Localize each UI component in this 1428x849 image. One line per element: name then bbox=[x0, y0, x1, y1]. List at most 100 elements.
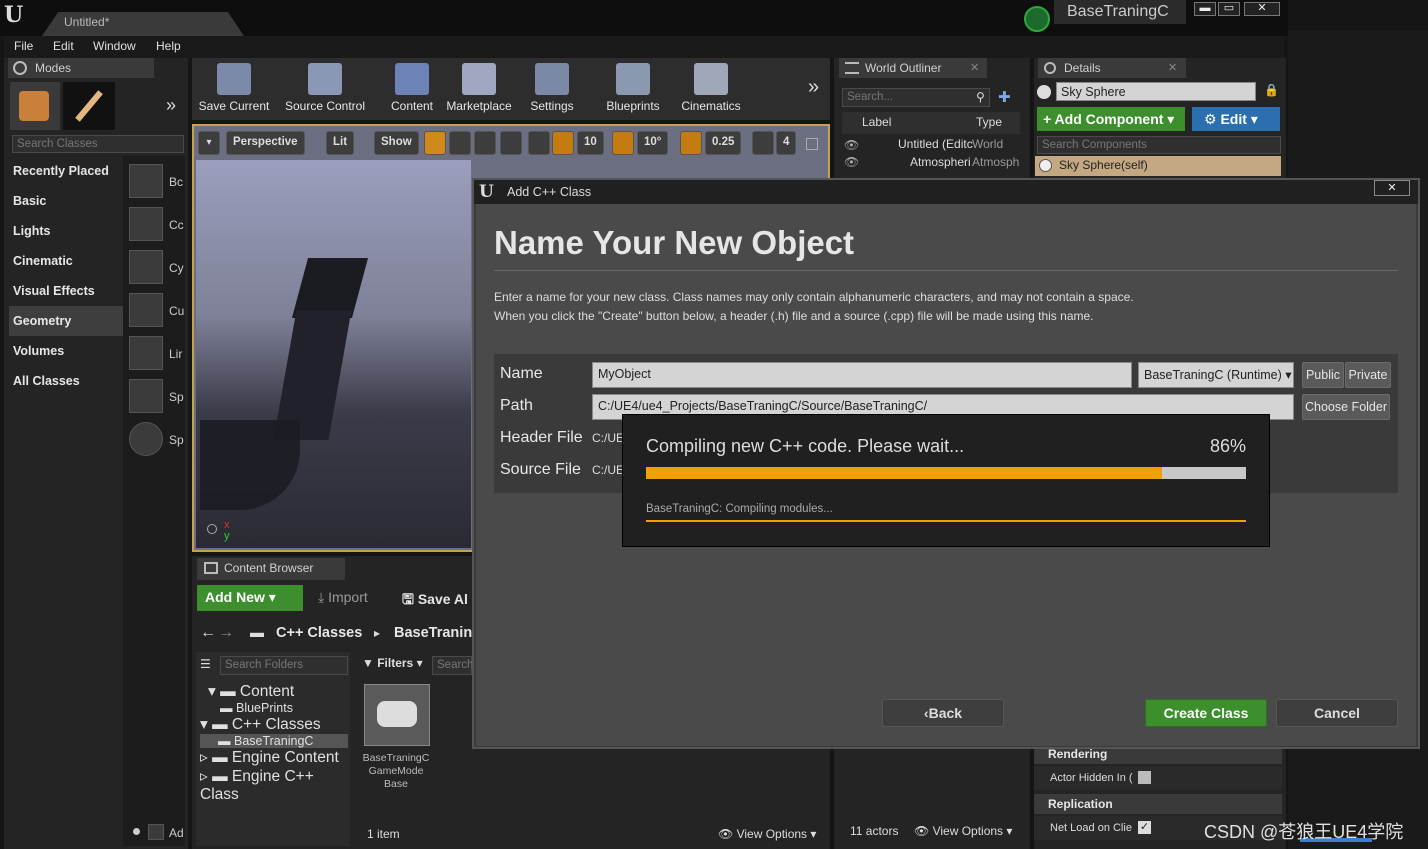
tree-toggle-icon[interactable]: ☰ bbox=[200, 657, 211, 671]
category-cinematic[interactable]: Cinematic bbox=[9, 246, 123, 276]
tab-world-outliner[interactable]: World Outliner bbox=[839, 58, 987, 78]
camera-speed-icon[interactable] bbox=[752, 131, 774, 155]
tree-item-engine-cpp[interactable]: ▹ ▬ Engine C++ Class bbox=[200, 767, 348, 804]
category-visual-effects[interactable]: Visual Effects bbox=[9, 276, 123, 306]
settings-button[interactable]: Settings bbox=[522, 60, 582, 116]
category-geometry[interactable]: Geometry bbox=[9, 306, 123, 336]
menu-edit[interactable]: Edit bbox=[53, 39, 74, 53]
eye-icon[interactable]: 👁 bbox=[844, 155, 859, 169]
scale-snap-icon[interactable] bbox=[680, 131, 702, 155]
curved-stair-brush-icon[interactable] bbox=[129, 293, 163, 327]
category-recently-placed[interactable]: Recently Placed bbox=[9, 156, 123, 186]
maximize-viewport-icon[interactable] bbox=[806, 138, 818, 150]
show-button[interactable]: Show bbox=[374, 131, 419, 155]
scale-tool-icon[interactable] bbox=[474, 131, 496, 155]
camera-speed-value[interactable]: 4 bbox=[776, 131, 797, 155]
breadcrumb-basetraning[interactable]: BaseTranin bbox=[394, 625, 472, 641]
category-lights[interactable]: Lights bbox=[9, 216, 123, 246]
perspective-button[interactable]: Perspective bbox=[226, 131, 305, 155]
outliner-row-label[interactable]: Atmospheri bbox=[910, 155, 971, 169]
rotation-snap-value[interactable]: 10° bbox=[637, 131, 669, 155]
asset-name[interactable]: BaseTraningC GameMode Base bbox=[356, 752, 436, 791]
tree-item-content[interactable]: ▾ ▬ Content bbox=[200, 682, 348, 701]
cinematics-button[interactable]: Cinematics bbox=[676, 60, 746, 116]
viewport-options-chevron-icon[interactable]: ▾ bbox=[198, 131, 220, 155]
tab-details[interactable]: Details bbox=[1038, 58, 1186, 78]
add-component-button[interactable]: + Add Component ▾ bbox=[1037, 107, 1185, 131]
tree-item-basetraningc[interactable]: ▬ BaseTraningC bbox=[200, 734, 348, 748]
close-tab-icon[interactable]: ✕ bbox=[970, 61, 979, 74]
add-folder-icon[interactable]: ✚ bbox=[998, 88, 1011, 106]
sphere-brush-icon[interactable] bbox=[129, 422, 163, 456]
document-tab[interactable]: Untitled* bbox=[42, 12, 244, 36]
paint-mode-button[interactable] bbox=[63, 82, 115, 130]
rotate-tool-icon[interactable] bbox=[449, 131, 471, 155]
net-load-checkbox[interactable]: ✓ bbox=[1138, 821, 1151, 834]
back-arrow-icon[interactable]: ← bbox=[200, 624, 216, 642]
actor-name-field[interactable]: Sky Sphere bbox=[1056, 82, 1256, 101]
tree-item-blueprints[interactable]: ▬ BluePrints bbox=[200, 701, 348, 715]
radio-icon[interactable] bbox=[133, 828, 140, 835]
create-class-button[interactable]: Create Class bbox=[1145, 699, 1267, 727]
lit-button[interactable]: Lit bbox=[326, 131, 355, 155]
close-window-button[interactable]: ✕ bbox=[1244, 2, 1280, 16]
tab-modes[interactable]: Modes bbox=[8, 58, 154, 78]
back-button[interactable]: ‹Back bbox=[882, 699, 1004, 727]
search-assets-input[interactable]: Search bbox=[432, 656, 473, 675]
grid-snap-icon[interactable] bbox=[552, 131, 574, 155]
section-replication[interactable]: Replication bbox=[1034, 794, 1282, 814]
cone-brush-icon[interactable] bbox=[129, 207, 163, 241]
menu-file[interactable]: File bbox=[14, 39, 33, 53]
col-label[interactable]: Label bbox=[862, 115, 891, 129]
search-folders-input[interactable]: Search Folders bbox=[220, 656, 348, 675]
choose-folder-button[interactable]: Choose Folder bbox=[1302, 394, 1390, 420]
component-self-row[interactable]: Sky Sphere(self) bbox=[1035, 156, 1281, 176]
category-volumes[interactable]: Volumes bbox=[9, 336, 123, 366]
marketplace-button[interactable]: Marketplace bbox=[442, 60, 516, 116]
minimize-button[interactable]: ▬ bbox=[1194, 2, 1216, 16]
scale-snap-value[interactable]: 0.25 bbox=[705, 131, 742, 155]
actor-hidden-checkbox[interactable] bbox=[1138, 771, 1151, 784]
category-basic[interactable]: Basic bbox=[9, 186, 123, 216]
dialog-close-button[interactable]: ✕ bbox=[1374, 180, 1410, 196]
asset-thumbnail[interactable] bbox=[364, 684, 430, 746]
outliner-search-input[interactable]: Search... bbox=[842, 88, 990, 107]
col-type[interactable]: Type bbox=[976, 115, 1002, 129]
breadcrumb-cpp-classes[interactable]: C++ Classes bbox=[276, 625, 362, 641]
toolbar-more-button[interactable]: » bbox=[808, 76, 819, 99]
modes-more-icon[interactable]: » bbox=[166, 95, 176, 116]
menu-window[interactable]: Window bbox=[93, 39, 136, 53]
search-classes-input[interactable]: Search Classes bbox=[12, 135, 184, 153]
public-toggle[interactable]: Public bbox=[1302, 362, 1344, 388]
outliner-view-options[interactable]: 👁 View Options ▾ bbox=[914, 824, 1012, 838]
cb-view-options[interactable]: 👁 View Options ▾ bbox=[718, 827, 816, 841]
tab-content-browser[interactable]: Content Browser bbox=[197, 558, 345, 580]
spiral-stair-brush-icon[interactable] bbox=[129, 379, 163, 413]
forward-arrow-icon[interactable]: → bbox=[218, 624, 234, 642]
category-all-classes[interactable]: All Classes bbox=[9, 366, 123, 396]
blueprints-button[interactable]: Blueprints bbox=[596, 60, 670, 116]
import-button[interactable]: ⤓ Import bbox=[318, 589, 368, 606]
save-all-button[interactable]: 🖫 Save Al bbox=[402, 589, 468, 613]
module-select[interactable]: BaseTraningC (Runtime) ▾ bbox=[1138, 362, 1294, 388]
edit-blueprint-button[interactable]: ⚙ Edit ▾ bbox=[1192, 107, 1280, 131]
rotation-snap-icon[interactable] bbox=[612, 131, 634, 155]
grid-snap-value[interactable]: 10 bbox=[577, 131, 604, 155]
cylinder-brush-icon[interactable] bbox=[129, 250, 163, 284]
surface-snap-icon[interactable] bbox=[528, 131, 550, 155]
source-control-status-icon[interactable] bbox=[1024, 6, 1050, 32]
translate-tool-icon[interactable] bbox=[424, 131, 446, 155]
add-new-button[interactable]: Add New ▾ bbox=[197, 585, 303, 611]
filters-button[interactable]: ▼ Filters ▾ bbox=[362, 656, 423, 670]
tree-item-engine-content[interactable]: ▹ ▬ Engine Content bbox=[200, 748, 348, 767]
save-current-button[interactable]: Save Current bbox=[196, 60, 272, 116]
class-name-input[interactable]: MyObject bbox=[592, 362, 1132, 388]
outliner-row-label[interactable]: Untitled (Editc bbox=[898, 137, 973, 151]
eye-icon[interactable]: 👁 bbox=[844, 138, 859, 152]
search-components-input[interactable]: Search Components bbox=[1037, 136, 1281, 154]
lock-icon[interactable]: 🔒 bbox=[1264, 83, 1279, 97]
private-toggle[interactable]: Private bbox=[1345, 362, 1391, 388]
linear-stair-brush-icon[interactable] bbox=[129, 336, 163, 370]
world-local-icon[interactable] bbox=[500, 131, 522, 155]
source-control-button[interactable]: Source Control bbox=[278, 60, 372, 116]
